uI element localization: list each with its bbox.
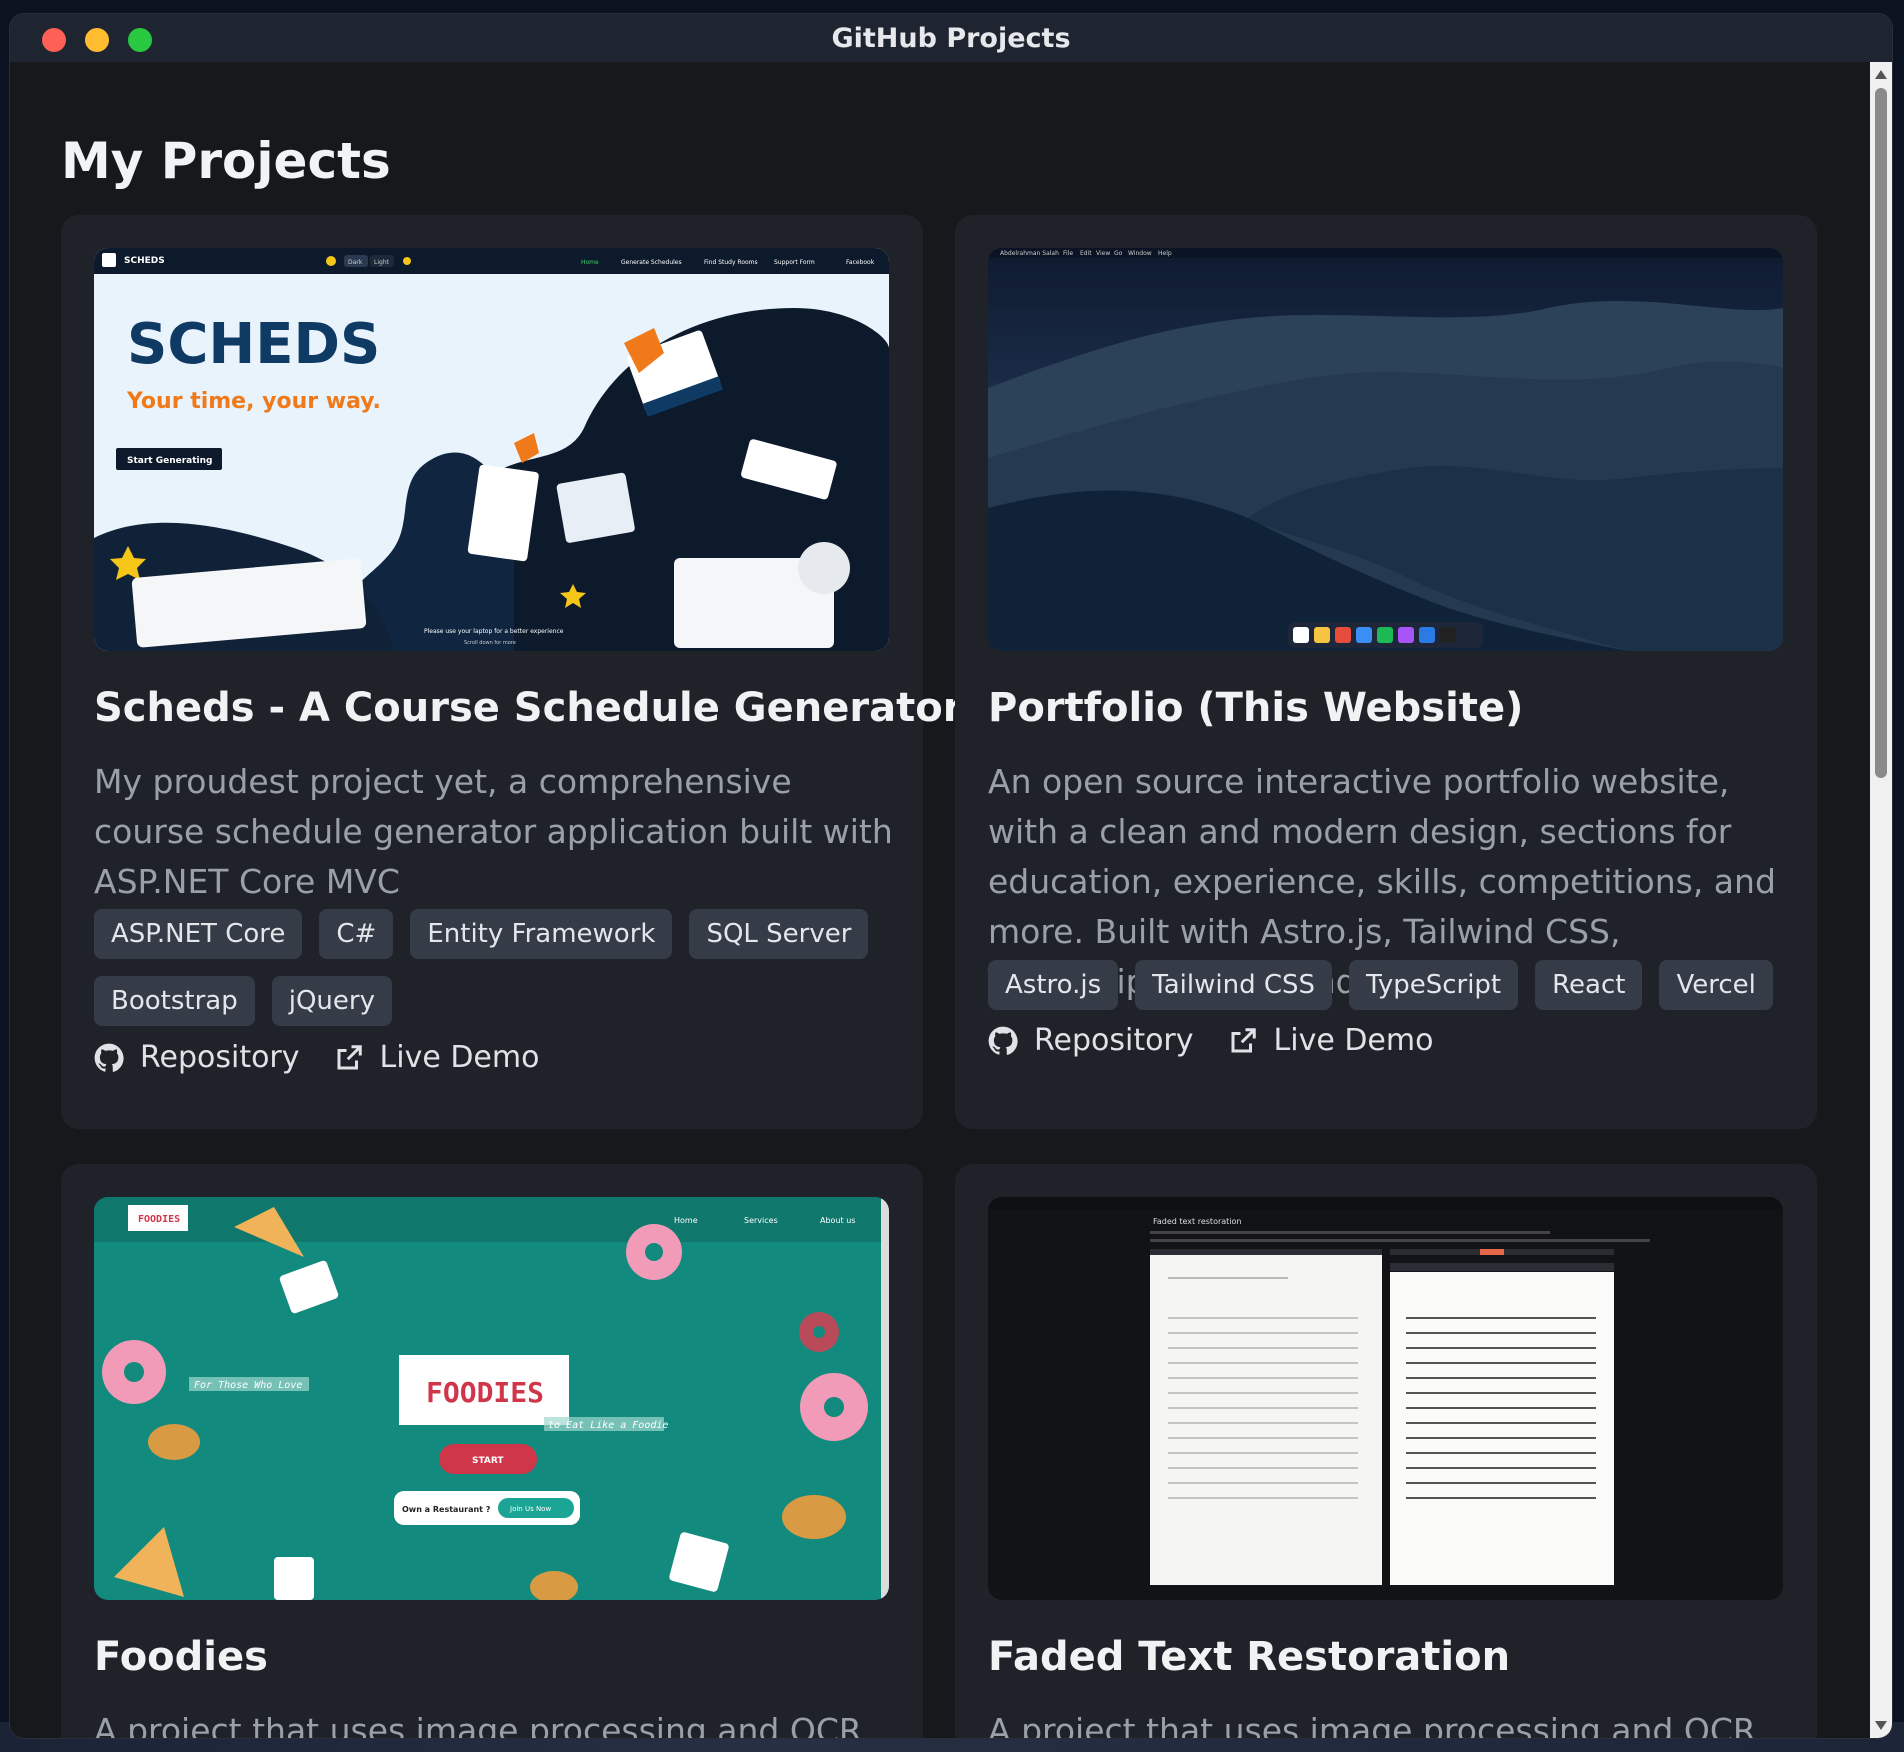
- maximize-window-button[interactable]: [128, 28, 152, 52]
- live-demo-link[interactable]: Live Demo: [1228, 1023, 1434, 1058]
- external-link-icon: [1231, 1027, 1256, 1052]
- svg-text:Own a Restaurant ?: Own a Restaurant ?: [402, 1505, 491, 1514]
- project-thumbnail-foodies[interactable]: FOODIES Home Services About us For Those…: [94, 1197, 889, 1600]
- project-thumbnail-faded-text[interactable]: Faded text restoration: [988, 1197, 1783, 1600]
- app-window: GitHub Projects My Projects SCHEDS Dark …: [10, 14, 1892, 1738]
- svg-text:Light: Light: [374, 259, 390, 266]
- svg-text:Join Us Now: Join Us Now: [509, 1505, 551, 1513]
- tag: SQL Server: [689, 909, 869, 959]
- project-thumbnail-scheds[interactable]: SCHEDS Dark Light Home Generate Schedule…: [94, 248, 889, 651]
- live-demo-label: Live Demo: [1273, 1023, 1434, 1058]
- vertical-scrollbar[interactable]: [1870, 62, 1892, 1738]
- svg-text:About us: About us: [820, 1216, 855, 1225]
- scroll-up-arrow-icon[interactable]: [1875, 70, 1887, 79]
- tag: jQuery: [271, 976, 392, 1026]
- foodies-screenshot: FOODIES Home Services About us For Those…: [94, 1197, 889, 1600]
- page-content: My Projects SCHEDS Dark Light Home Gener…: [10, 62, 1870, 1738]
- repository-label: Repository: [140, 1040, 300, 1075]
- svg-text:Abdelrahman Salah: Abdelrahman Salah: [1000, 250, 1059, 257]
- svg-text:SCHEDS: SCHEDS: [127, 312, 380, 377]
- portfolio-screenshot: Abdelrahman Salah File Edit View Go Wind…: [988, 248, 1783, 651]
- svg-text:FOODIES: FOODIES: [426, 1376, 544, 1409]
- tag: ASP.NET Core: [94, 909, 303, 959]
- svg-text:Go: Go: [1114, 250, 1123, 257]
- repository-label: Repository: [1034, 1023, 1194, 1058]
- svg-text:File: File: [1063, 250, 1073, 257]
- project-description: A project that uses image processing and…: [988, 1711, 1756, 1738]
- svg-text:Generate Schedules: Generate Schedules: [621, 259, 682, 266]
- tag: Tailwind CSS: [1135, 960, 1332, 1010]
- tag-list: Astro.js Tailwind CSS TypeScript React V…: [988, 960, 1788, 1010]
- svg-text:SCHEDS: SCHEDS: [124, 256, 165, 266]
- svg-text:Scroll down for more: Scroll down for more: [464, 640, 516, 646]
- project-card-faded-text-restoration: Faded text restoration Faded Text Restor…: [955, 1164, 1817, 1738]
- tag: Astro.js: [988, 960, 1119, 1010]
- svg-text:Edit: Edit: [1080, 250, 1092, 257]
- project-links: Repository Live Demo: [94, 1040, 539, 1075]
- repository-link[interactable]: Repository: [988, 1023, 1194, 1058]
- live-demo-link[interactable]: Live Demo: [334, 1040, 540, 1075]
- project-links: Repository Live Demo: [988, 1023, 1433, 1058]
- external-link-icon: [337, 1044, 362, 1069]
- live-demo-label: Live Demo: [379, 1040, 540, 1075]
- project-description: A project that uses image processing and…: [94, 1711, 862, 1738]
- tag: React: [1535, 960, 1643, 1010]
- window-title: GitHub Projects: [831, 22, 1071, 54]
- close-window-button[interactable]: [42, 28, 66, 52]
- svg-text:Help: Help: [1158, 250, 1172, 257]
- project-title: Faded Text Restoration: [988, 1634, 1511, 1680]
- svg-text:For Those Who Love: For Those Who Love: [194, 1380, 302, 1391]
- project-title: Scheds - A Course Schedule Generator: [94, 685, 963, 731]
- repository-link[interactable]: Repository: [94, 1040, 300, 1075]
- scheds-screenshot: SCHEDS Dark Light Home Generate Schedule…: [94, 248, 889, 651]
- svg-text:Dark: Dark: [348, 259, 363, 266]
- svg-text:Find Study Rooms: Find Study Rooms: [704, 259, 758, 266]
- project-card-scheds: SCHEDS Dark Light Home Generate Schedule…: [61, 215, 962, 1129]
- project-description: My proudest project yet, a comprehensive…: [94, 762, 893, 901]
- svg-text:Support Form: Support Form: [774, 259, 815, 266]
- tag: TypeScript: [1349, 960, 1519, 1010]
- project-card-foodies: FOODIES Home Services About us For Those…: [61, 1164, 923, 1738]
- title-bar: GitHub Projects: [10, 14, 1892, 62]
- project-card-portfolio: Abdelrahman Salah File Edit View Go Wind…: [955, 215, 1817, 1129]
- svg-text:FOODIES: FOODIES: [138, 1214, 180, 1225]
- project-title: Foodies: [94, 1634, 268, 1680]
- page-title: My Projects: [61, 132, 391, 190]
- svg-text:Please use your laptop for a b: Please use your laptop for a better expe…: [424, 628, 564, 635]
- svg-text:Services: Services: [744, 1216, 778, 1225]
- svg-text:Facebook: Facebook: [846, 259, 875, 266]
- scrollbar-thumb[interactable]: [1875, 88, 1887, 778]
- svg-text:Home: Home: [674, 1216, 698, 1225]
- minimize-window-button[interactable]: [85, 28, 109, 52]
- svg-text:Home: Home: [581, 259, 599, 266]
- svg-text:View: View: [1096, 250, 1110, 257]
- svg-text:Faded text restoration: Faded text restoration: [1153, 1217, 1241, 1226]
- svg-text:to Eat Like a Foodie: to Eat Like a Foodie: [548, 1420, 668, 1431]
- tag-list: ASP.NET Core C# Entity Framework SQL Ser…: [94, 909, 894, 1026]
- tag: Entity Framework: [410, 909, 673, 959]
- svg-text:Your time, your way.: Your time, your way.: [126, 389, 381, 414]
- github-icon: [94, 1043, 124, 1072]
- window-controls: [42, 28, 152, 52]
- faded-text-screenshot: Faded text restoration: [988, 1197, 1783, 1585]
- tag: Vercel: [1659, 960, 1773, 1010]
- tag: C#: [319, 909, 394, 959]
- svg-text:START: START: [472, 1456, 504, 1466]
- scroll-down-arrow-icon[interactable]: [1875, 1721, 1887, 1730]
- tag: Bootstrap: [94, 976, 255, 1026]
- project-thumbnail-portfolio[interactable]: Abdelrahman Salah File Edit View Go Wind…: [988, 248, 1783, 651]
- svg-text:Window: Window: [1128, 250, 1152, 257]
- project-title: Portfolio (This Website): [988, 685, 1524, 731]
- svg-text:Start Generating: Start Generating: [127, 456, 212, 466]
- github-icon: [988, 1026, 1018, 1055]
